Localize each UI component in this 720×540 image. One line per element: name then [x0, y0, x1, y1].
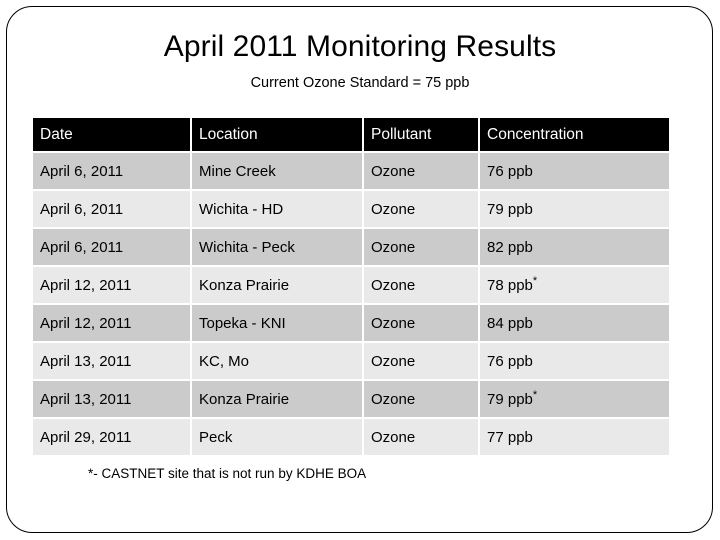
- table-row: April 13, 2011 KC, Mo Ozone 76 ppb: [33, 343, 669, 381]
- cell-pollutant: Ozone: [364, 153, 480, 191]
- cell-pollutant: Ozone: [364, 229, 480, 267]
- table-row: April 29, 2011 Peck Ozone 77 ppb: [33, 419, 669, 455]
- cell-location: Mine Creek: [192, 153, 364, 191]
- cell-location: Wichita - Peck: [192, 229, 364, 267]
- cell-concentration: 84 ppb: [480, 305, 669, 343]
- column-header-pollutant: Pollutant: [364, 118, 480, 153]
- table-row: April 6, 2011 Wichita - Peck Ozone 82 ppb: [33, 229, 669, 267]
- table-row: April 6, 2011 Wichita - HD Ozone 79 ppb: [33, 191, 669, 229]
- cell-date: April 12, 2011: [33, 305, 192, 343]
- cell-concentration: 82 ppb: [480, 229, 669, 267]
- cell-concentration: 78 ppb*: [480, 267, 669, 305]
- column-header-date: Date: [33, 118, 192, 153]
- cell-concentration: 79 ppb: [480, 191, 669, 229]
- cell-date: April 13, 2011: [33, 343, 192, 381]
- cell-pollutant: Ozone: [364, 381, 480, 419]
- cell-pollutant: Ozone: [364, 191, 480, 229]
- page-title: April 2011 Monitoring Results: [163, 30, 557, 63]
- column-header-location: Location: [192, 118, 364, 153]
- cell-location: KC, Mo: [192, 343, 364, 381]
- cell-date: April 6, 2011: [33, 153, 192, 191]
- cell-pollutant: Ozone: [364, 305, 480, 343]
- cell-date: April 6, 2011: [33, 229, 192, 267]
- footnote-castnet: *- CASTNET site that is not run by KDHE …: [88, 466, 367, 481]
- footnote-marker: *: [532, 274, 538, 287]
- cell-pollutant: Ozone: [364, 267, 480, 305]
- cell-pollutant: Ozone: [364, 343, 480, 381]
- cell-concentration: 79 ppb*: [480, 381, 669, 419]
- table-row: April 6, 2011 Mine Creek Ozone 76 ppb: [33, 153, 669, 191]
- cell-date: April 6, 2011: [33, 191, 192, 229]
- table-row: April 12, 2011 Topeka - KNI Ozone 84 ppb: [33, 305, 669, 343]
- cell-location: Topeka - KNI: [192, 305, 364, 343]
- table-header-row: Date Location Pollutant Concentration: [33, 118, 669, 153]
- cell-pollutant: Ozone: [364, 419, 480, 455]
- cell-location: Wichita - HD: [192, 191, 364, 229]
- cell-concentration: 77 ppb: [480, 419, 669, 455]
- cell-location: Konza Prairie: [192, 381, 364, 419]
- cell-location: Peck: [192, 419, 364, 455]
- cell-concentration: 76 ppb: [480, 343, 669, 381]
- table-body: April 6, 2011 Mine Creek Ozone 76 ppb April …: [33, 153, 669, 455]
- table-row: April 13, 2011 Konza Prairie Ozone 79 ppb*: [33, 381, 669, 419]
- cell-location: Konza Prairie: [192, 267, 364, 305]
- cell-date: April 29, 2011: [33, 419, 192, 455]
- monitoring-results-table: Date Location Pollutant Concentration Ap…: [33, 118, 669, 455]
- footnote-marker: *: [532, 388, 538, 401]
- subtitle-standard-note: Current Ozone Standard = 75 ppb: [250, 75, 470, 91]
- cell-date: April 12, 2011: [33, 267, 192, 305]
- table-header: Date Location Pollutant Concentration: [33, 118, 669, 153]
- cell-concentration: 76 ppb: [480, 153, 669, 191]
- table-row: April 12, 2011 Konza Prairie Ozone 78 ppb*: [33, 267, 669, 305]
- column-header-concentration: Concentration: [480, 118, 669, 153]
- cell-date: April 13, 2011: [33, 381, 192, 419]
- slide: April 2011 Monitoring Results Current Oz…: [0, 0, 720, 540]
